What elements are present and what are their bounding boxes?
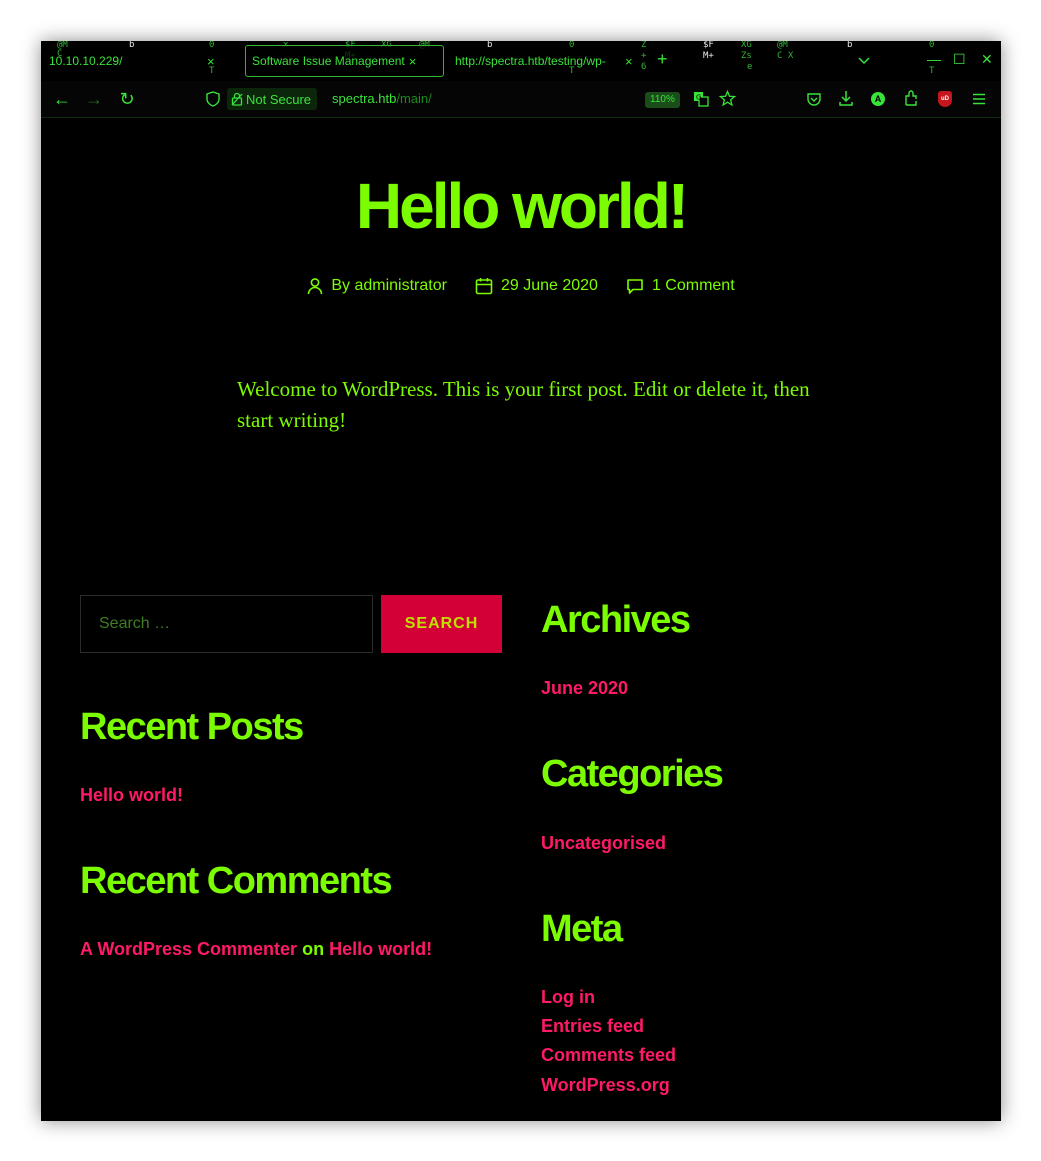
post-excerpt: Welcome to WordPress. This is your first… — [237, 377, 810, 432]
pocket-icon[interactable] — [806, 91, 822, 107]
security-label: Not Secure — [246, 91, 312, 107]
meta-entries-feed-link[interactable]: Entries feed — [541, 1016, 644, 1037]
recent-comment-item: A WordPress Commenter on Hello world! — [80, 939, 432, 960]
matrix-glyph: e — [747, 62, 753, 72]
search-input[interactable] — [80, 595, 373, 653]
minimize-button[interactable]: — — [927, 51, 941, 67]
matrix-glyph: $F — [703, 41, 714, 50]
maximize-button[interactable]: ☐ — [953, 51, 966, 68]
category-link[interactable]: Uncategorised — [541, 833, 666, 854]
svg-text:G: G — [696, 94, 701, 102]
comment-on-text: on — [302, 939, 325, 959]
translate-icon[interactable]: G — [693, 91, 709, 107]
archives-title: Archives — [541, 599, 691, 641]
new-tab-button[interactable]: + — [657, 49, 668, 70]
browser-window: @M C b 0 T x $F M+ XG @M b 0 T Z + 6 $F … — [41, 41, 1001, 1121]
url-text[interactable]: spectra.htb/main/ — [332, 91, 432, 106]
recent-posts-title: Recent Posts — [80, 706, 304, 748]
post-title[interactable]: Hello world! — [41, 174, 1001, 238]
list-all-tabs-icon[interactable] — [857, 53, 871, 67]
matrix-glyph: 6 — [641, 62, 647, 72]
lock-warning-icon — [231, 92, 243, 106]
post-meta: By administrator 29 June 2020 1 Comment — [41, 277, 1001, 295]
recent-post-link[interactable]: Hello world! — [80, 785, 183, 806]
tab-home[interactable]: 10.10.10.229/ × — [49, 45, 231, 77]
post-author-label[interactable]: By administrator — [331, 277, 447, 295]
tab-title: Software Issue Management — [252, 54, 405, 68]
recent-comments-title: Recent Comments — [80, 860, 393, 902]
meta-comments-feed-link[interactable]: Comments feed — [541, 1045, 676, 1066]
matrix-glyph: + — [641, 51, 647, 61]
download-icon[interactable] — [838, 90, 854, 107]
back-button[interactable]: ← — [52, 89, 72, 109]
matrix-glyph: C X — [777, 51, 794, 61]
post-author[interactable]: By administrator — [307, 277, 447, 295]
shield-icon[interactable] — [206, 91, 220, 107]
tab-close-icon[interactable]: × — [207, 54, 215, 69]
page-content: Hello world! By administrator 29 June 20… — [41, 118, 1001, 1121]
window-close-button[interactable]: ✕ — [981, 51, 993, 68]
post-date-label[interactable]: 29 June 2020 — [501, 277, 598, 295]
tab-close-icon[interactable]: × — [625, 54, 633, 69]
security-indicator[interactable]: Not Secure — [227, 88, 318, 110]
comment-author-link[interactable]: A WordPress Commenter — [80, 939, 297, 959]
categories-title: Categories — [541, 753, 724, 795]
menu-icon[interactable] — [972, 92, 986, 106]
matrix-glyph: b — [847, 41, 853, 50]
matrix-glyph: M+ — [703, 51, 714, 61]
matrix-glyph: 0 — [929, 41, 935, 50]
meta-login-link[interactable]: Log in — [541, 987, 595, 1008]
person-icon — [307, 277, 323, 295]
meta-wordpress-org-link[interactable]: WordPress.org — [541, 1075, 670, 1096]
matrix-glyph: Z — [641, 41, 647, 50]
matrix-glyph: XG — [741, 41, 752, 50]
post-comments[interactable]: 1 Comment — [626, 277, 735, 295]
post-comments-label[interactable]: 1 Comment — [652, 277, 735, 295]
post-date[interactable]: 29 June 2020 — [475, 277, 598, 295]
url-host: spectra.htb — [332, 91, 397, 106]
extensions-icon[interactable] — [903, 90, 919, 107]
archive-link[interactable]: June 2020 — [541, 678, 628, 699]
calendar-icon — [475, 277, 493, 295]
reload-button[interactable]: ↻ — [117, 89, 137, 109]
account-icon[interactable]: A — [871, 92, 885, 106]
comment-icon — [626, 278, 644, 295]
meta-title: Meta — [541, 908, 623, 950]
zoom-indicator[interactable]: 110% — [645, 92, 680, 108]
tab-close-icon[interactable]: × — [409, 54, 417, 69]
tab-spectra-testing[interactable]: http://spectra.htb/testing/wp- × — [455, 45, 639, 77]
url-path: /main/ — [396, 91, 432, 106]
matrix-glyph: T — [929, 66, 935, 76]
tab-strip: @M C b 0 T x $F M+ XG @M b 0 T Z + 6 $F … — [41, 41, 1001, 81]
nav-bar: ← → ↻ Not Secure spectra.htb/main/ 110% … — [41, 81, 1001, 118]
matrix-glyph: Zs — [741, 51, 752, 61]
tab-software-issue-management[interactable]: Software Issue Management × — [245, 45, 444, 77]
forward-button[interactable]: → — [84, 89, 104, 109]
tab-title: http://spectra.htb/testing/wp- — [455, 54, 606, 68]
matrix-glyph: @M — [777, 41, 788, 50]
url-bar[interactable]: Not Secure spectra.htb/main/ 110% G — [201, 85, 741, 113]
tab-title: 10.10.10.229/ — [49, 54, 123, 68]
star-icon[interactable] — [719, 90, 736, 107]
search-form: SEARCH — [80, 595, 502, 653]
search-button[interactable]: SEARCH — [381, 595, 502, 653]
comment-post-link[interactable]: Hello world! — [329, 939, 432, 959]
ublock-icon[interactable]: uD — [938, 91, 952, 107]
